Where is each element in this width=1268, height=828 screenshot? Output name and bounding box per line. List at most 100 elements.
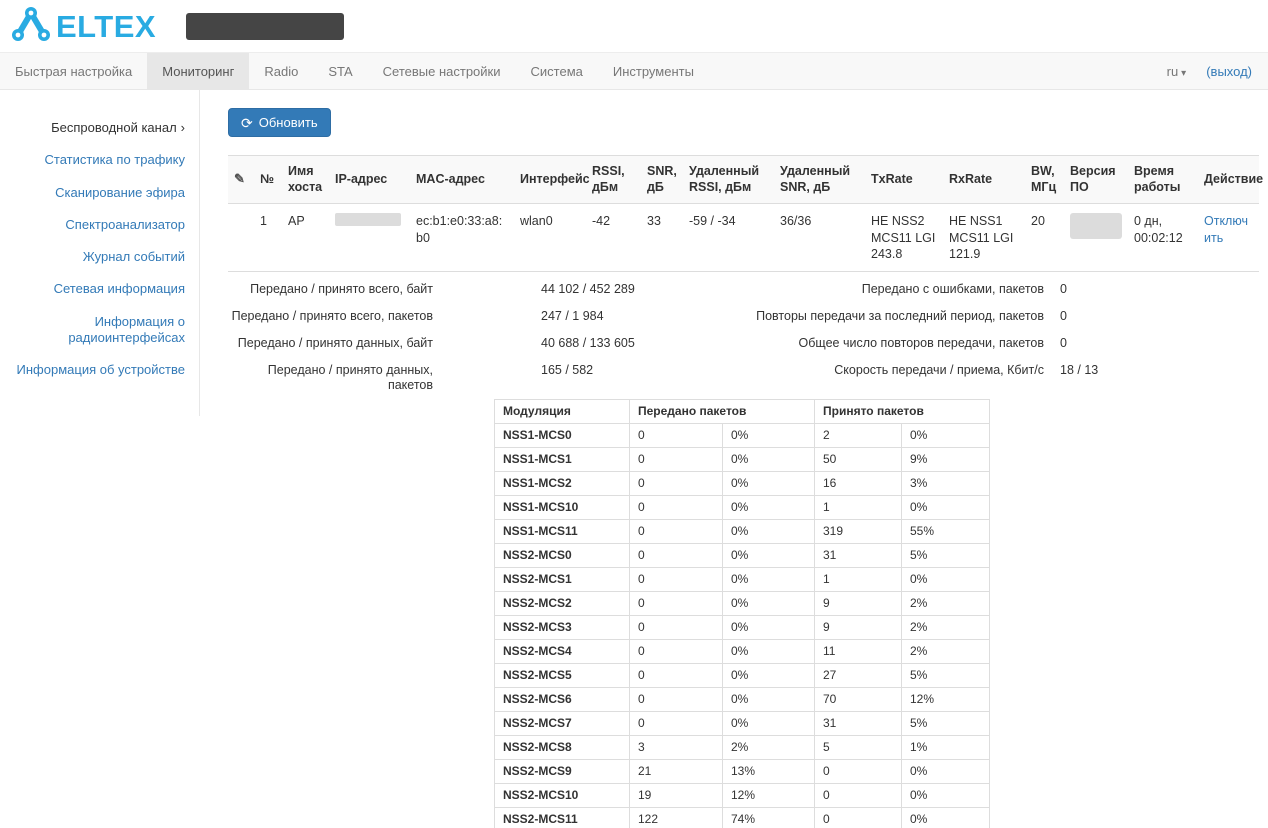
modulation-value: 0%	[902, 760, 990, 784]
modulation-name: NSS2-MCS11	[495, 808, 630, 828]
modulation-value: 0	[630, 712, 723, 736]
client-cell-rxrate: HE NSS1 MCS11 LGI 121.9	[943, 204, 1025, 272]
main-panel: ⟳ Обновить ✎№Имя хостаIP-адресMAC-адресИ…	[200, 90, 1268, 828]
language-selector[interactable]: ru▾	[1167, 64, 1187, 79]
fw-redacted	[1070, 213, 1122, 239]
modulation-row: NSS2-MCS500%275%	[495, 664, 990, 688]
client-cell-uptime: 0 дн, 00:02:12	[1128, 204, 1198, 272]
modulation-row: NSS1-MCS1000%10%	[495, 496, 990, 520]
modulation-value: 27	[815, 664, 902, 688]
stat-row-right-3: Скорость передачи / приема, Кбит/с18 / 1…	[706, 363, 1260, 378]
client-cell-fw	[1064, 204, 1128, 272]
sidebar-item-0[interactable]: Беспроводной канал›	[0, 112, 199, 144]
nav-tab-2[interactable]: Radio	[249, 53, 313, 89]
nav-tab-4[interactable]: Сетевые настройки	[368, 53, 516, 89]
sidebar-item-6[interactable]: Информация о радиоинтерфейсах	[0, 306, 199, 355]
clients-col-header-12: BW, МГц	[1025, 156, 1064, 204]
refresh-icon: ⟳	[241, 116, 253, 130]
sidebar-item-4[interactable]: Журнал событий	[0, 241, 199, 273]
client-cell-rssi: -42	[586, 204, 641, 272]
modulation-value: 0%	[723, 664, 815, 688]
clients-col-header-8: Удаленный RSSI, дБм	[683, 156, 774, 204]
modulation-value: 0%	[723, 568, 815, 592]
modulation-value: 319	[815, 520, 902, 544]
modulation-value: 2	[815, 424, 902, 448]
clients-body: 1APec:b1:e0:33:a8:b0wlan0-4233-59 / -343…	[228, 204, 1259, 272]
stat-row-left-3: Передано / принято данных, пакетов165 / …	[228, 363, 706, 393]
modulation-value: 0%	[723, 448, 815, 472]
app-header: ELTEX	[0, 0, 1268, 52]
stat-row-left-1: Передано / принято всего, пакетов247 / 1…	[228, 309, 706, 324]
modulation-body: NSS1-MCS000%20%NSS1-MCS100%509%NSS1-MCS2…	[495, 424, 990, 828]
stat-row-right-0: Передано с ошибками, пакетов0	[706, 282, 1260, 297]
modulation-name: NSS2-MCS1	[495, 568, 630, 592]
modulation-row: NSS1-MCS1100%31955%	[495, 520, 990, 544]
modulation-row: NSS2-MCS1112274%00%	[495, 808, 990, 828]
modulation-name: NSS2-MCS2	[495, 592, 630, 616]
modulation-value: 12%	[723, 784, 815, 808]
modulation-value: 0%	[902, 496, 990, 520]
modulation-value: 0	[630, 688, 723, 712]
stat-row-right-2: Общее число повторов передачи, пакетов0	[706, 336, 1260, 351]
modulation-name: NSS2-MCS0	[495, 544, 630, 568]
modulation-value: 5%	[902, 664, 990, 688]
rx-packets-col-header: Принято пакетов	[815, 400, 990, 424]
stat-value: 0	[1060, 282, 1067, 297]
stat-value: 247 / 1 984	[541, 309, 604, 324]
client-cell-ip	[329, 204, 410, 272]
clients-col-header-3: IP-адрес	[329, 156, 410, 204]
clients-col-header-2: Имя хоста	[282, 156, 329, 204]
client-cell-remote_rssi: -59 / -34	[683, 204, 774, 272]
stat-label: Повторы передачи за последний период, па…	[706, 309, 1044, 324]
nav-tab-0[interactable]: Быстрая настройка	[0, 53, 147, 89]
modulation-value: 9%	[902, 448, 990, 472]
modulation-name: NSS1-MCS1	[495, 448, 630, 472]
sidebar-item-7[interactable]: Информация об устройстве	[0, 354, 199, 386]
modulation-value: 0	[630, 496, 723, 520]
modulation-row: NSS2-MCS101912%00%	[495, 784, 990, 808]
modulation-value: 70	[815, 688, 902, 712]
modulation-table: Модуляция Передано пакетов Принято пакет…	[494, 399, 990, 828]
sidebar-item-2[interactable]: Сканирование эфира	[0, 177, 199, 209]
modulation-value: 0%	[723, 424, 815, 448]
modulation-name: NSS1-MCS0	[495, 424, 630, 448]
clients-col-header-9: Удаленный SNR, дБ	[774, 156, 865, 204]
modulation-row: NSS2-MCS700%315%	[495, 712, 990, 736]
modulation-value: 3%	[902, 472, 990, 496]
modulation-row: NSS2-MCS200%92%	[495, 592, 990, 616]
stat-row-left-2: Передано / принято данных, байт40 688 / …	[228, 336, 706, 351]
sidebar-item-5[interactable]: Сетевая информация	[0, 273, 199, 305]
nav-tab-3[interactable]: STA	[313, 53, 367, 89]
sidebar: Беспроводной канал›Статистика по трафику…	[0, 90, 200, 416]
nav-tab-5[interactable]: Система	[516, 53, 598, 89]
clients-col-header-11: RxRate	[943, 156, 1025, 204]
caret-down-icon: ▾	[1181, 68, 1186, 79]
eltex-logo: ELTEX	[10, 5, 156, 48]
stat-row-left-0: Передано / принято всего, байт44 102 / 4…	[228, 282, 706, 297]
modulation-row: NSS2-MCS300%92%	[495, 616, 990, 640]
logout-link[interactable]: (выход)	[1206, 64, 1252, 79]
client-cell-snr: 33	[641, 204, 683, 272]
modulation-value: 0%	[723, 496, 815, 520]
edit-pencil-icon: ✎	[234, 171, 245, 186]
modulation-value: 1	[815, 496, 902, 520]
device-title-redacted	[186, 13, 344, 40]
modulation-value: 9	[815, 616, 902, 640]
disconnect-link[interactable]: Отключить	[1204, 214, 1248, 244]
sidebar-item-3[interactable]: Спектроанализатор	[0, 209, 199, 241]
modulation-name: NSS2-MCS8	[495, 736, 630, 760]
modulation-row: NSS2-MCS400%112%	[495, 640, 990, 664]
client-cell-edit	[228, 204, 254, 272]
stat-label: Скорость передачи / приема, Кбит/с	[706, 363, 1044, 378]
modulation-value: 0	[630, 640, 723, 664]
modulation-col-header: Модуляция	[495, 400, 630, 424]
nav-tab-6[interactable]: Инструменты	[598, 53, 709, 89]
modulation-value: 3	[630, 736, 723, 760]
modulation-row: NSS1-MCS200%163%	[495, 472, 990, 496]
nav-tab-1[interactable]: Мониторинг	[147, 53, 249, 89]
sidebar-item-1[interactable]: Статистика по трафику	[0, 144, 199, 176]
modulation-value: 19	[630, 784, 723, 808]
modulation-value: 9	[815, 592, 902, 616]
modulation-row: NSS2-MCS832%51%	[495, 736, 990, 760]
refresh-button[interactable]: ⟳ Обновить	[228, 108, 331, 137]
